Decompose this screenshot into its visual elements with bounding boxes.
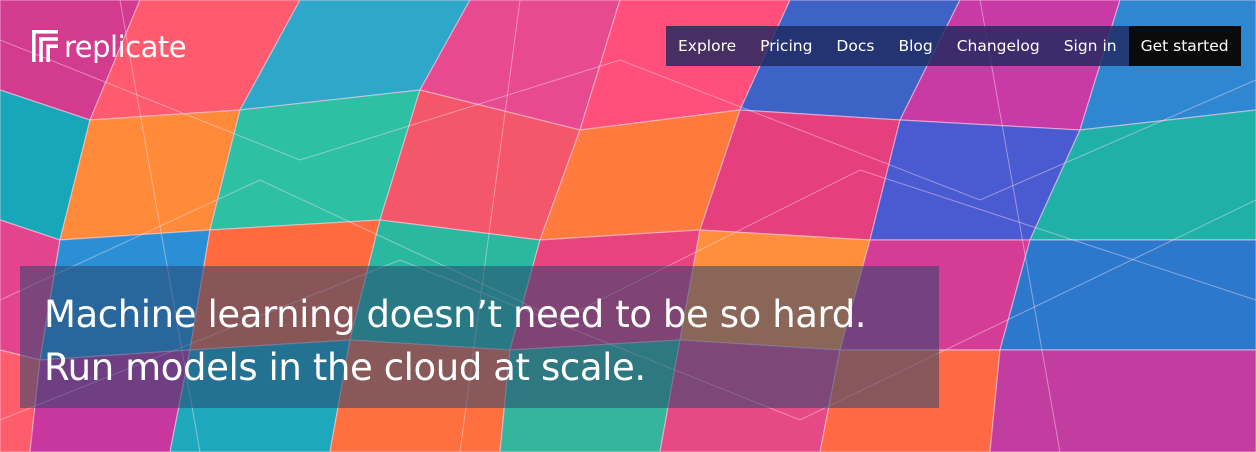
get-started-button[interactable]: Get started xyxy=(1128,26,1241,66)
nav-link-sign-in[interactable]: Sign in xyxy=(1052,26,1129,66)
hero-subheadline: Run models in the cloud at scale. xyxy=(44,346,646,389)
hero-tagline-box: Machine learning doesn’t need to be so h… xyxy=(20,266,939,408)
replicate-logo[interactable]: replicate xyxy=(32,30,187,64)
nav-link-pricing[interactable]: Pricing xyxy=(748,26,824,66)
hero-headline: Machine learning doesn’t need to be so h… xyxy=(44,293,867,336)
nav-link-blog[interactable]: Blog xyxy=(886,26,944,66)
brand-name: replicate xyxy=(64,30,187,64)
top-navigation: Explore Pricing Docs Blog Changelog Sign… xyxy=(666,26,1241,66)
nav-link-docs[interactable]: Docs xyxy=(824,26,886,66)
nav-link-explore[interactable]: Explore xyxy=(666,26,748,66)
nav-links: Explore Pricing Docs Blog Changelog Sign… xyxy=(666,26,1129,66)
nav-link-changelog[interactable]: Changelog xyxy=(945,26,1052,66)
replicate-logo-icon xyxy=(32,30,58,62)
